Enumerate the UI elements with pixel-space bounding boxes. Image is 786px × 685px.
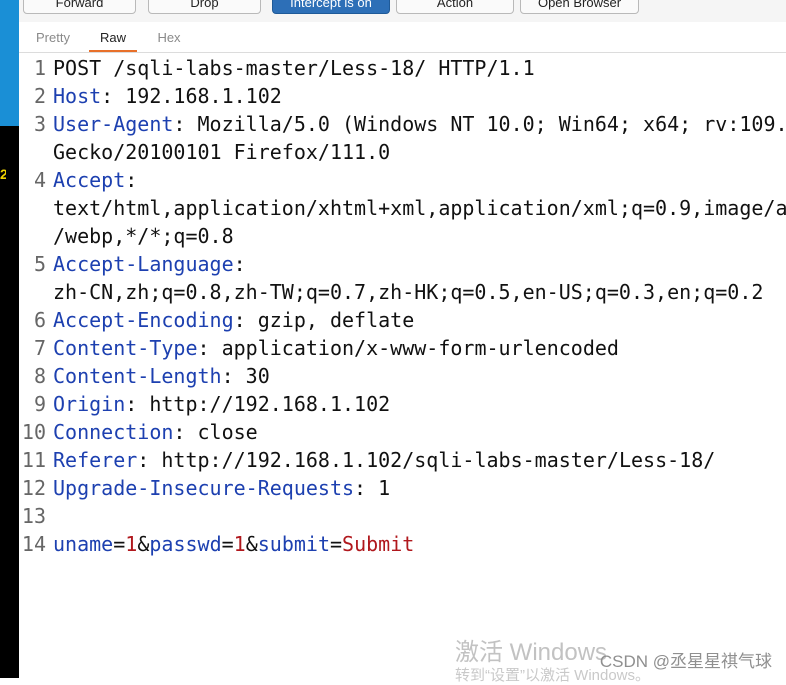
burp-proxy-panel: Forward Drop Intercept is on Action Open… (19, 0, 786, 678)
header-name: Host (53, 84, 102, 108)
body-token: Submit (342, 532, 415, 556)
header-value: application/x-www-form-urlencoded (221, 336, 619, 360)
line-number: 10 (21, 420, 46, 444)
body-token: = (221, 532, 234, 556)
line-content: POST /sqli-labs-master/Less-18/ HTTP/1.1 (53, 54, 535, 82)
tab-hex[interactable]: Hex (149, 30, 189, 52)
line-content: Upgrade-Insecure-Requests: 1 (53, 474, 390, 502)
line-content: text/html,application/xhtml+xml,applicat… (53, 194, 786, 222)
body-token: & (245, 532, 258, 556)
left-window-strip: 2 (0, 0, 19, 678)
line-number: 3 (33, 112, 46, 136)
tab-pretty[interactable]: Pretty (31, 30, 75, 52)
body-token: 1 (233, 532, 246, 556)
line-number: 2 (33, 84, 46, 108)
open-browser-button[interactable]: Open Browser (520, 0, 639, 14)
body-token: 1 (125, 532, 138, 556)
body-token: = (113, 532, 126, 556)
header-value: 1 (378, 476, 391, 500)
line-text: zh-CN,zh;q=0.8,zh-TW;q=0.7,zh-HK;q=0.5,e… (53, 280, 764, 304)
line-number: 6 (33, 308, 46, 332)
header-separator: : (221, 364, 246, 388)
line-number: 9 (33, 392, 46, 416)
header-value: http://192.168.1.102 (149, 392, 391, 416)
line-content: Accept: (53, 166, 137, 194)
line-content: Referer: http://192.168.1.102/sqli-labs-… (53, 446, 715, 474)
line-content: Content-Length: 30 (53, 362, 270, 390)
body-token: submit (257, 532, 330, 556)
header-separator: : (197, 336, 222, 360)
header-name: Upgrade-Insecure-Requests (53, 476, 355, 500)
line-number: 1 (33, 56, 46, 80)
line-text: Gecko/20100101 Firefox/111.0 (53, 140, 391, 164)
header-name: Origin (53, 392, 126, 416)
line-content: Connection: close (53, 418, 258, 446)
line-number: 7 (33, 336, 46, 360)
line-content: Gecko/20100101 Firefox/111.0 (53, 138, 390, 166)
windows-activation-watermark: 激活 Windows (455, 639, 608, 666)
raw-request-editor[interactable]: 1 POST /sqli-labs-master/Less-18/ HTTP/1.… (19, 53, 786, 678)
line-text: POST /sqli-labs-master/Less-18/ HTTP/1.1 (53, 56, 535, 80)
tab-raw[interactable]: Raw (89, 30, 137, 52)
action-button[interactable]: Action (396, 0, 514, 14)
header-value: http://192.168.1.102/sqli-labs-master/Le… (161, 448, 716, 472)
intercept-toggle-button[interactable]: Intercept is on (272, 0, 390, 14)
header-name: Content-Type (53, 336, 198, 360)
line-content: Accept-Encoding: gzip, deflate (53, 306, 414, 334)
line-content: zh-CN,zh;q=0.8,zh-TW;q=0.7,zh-HK;q=0.5,e… (53, 278, 763, 306)
header-name: Accept-Encoding (53, 308, 234, 332)
forward-button[interactable]: Forward (23, 0, 136, 14)
body-token: = (330, 532, 343, 556)
header-value: close (197, 420, 258, 444)
drop-button[interactable]: Drop (148, 0, 261, 14)
line-number: 14 (21, 532, 46, 556)
csdn-watermark: CSDN @丞星星祺气球 (599, 652, 772, 671)
body-token: & (137, 532, 150, 556)
line-content: User-Agent: Mozilla/5.0 (Windows NT 10.0… (53, 110, 786, 138)
line-content: Accept-Language: (53, 250, 246, 278)
line-text: /webp,*/*;q=0.8 (53, 224, 234, 248)
header-value: gzip, deflate (257, 308, 415, 332)
header-separator: : (137, 448, 162, 472)
line-number: 13 (21, 504, 46, 528)
line-number: 11 (21, 448, 46, 472)
line-number: 5 (33, 252, 46, 276)
header-separator: : (173, 112, 198, 136)
header-name: Referer (53, 448, 138, 472)
header-separator: : (125, 168, 138, 192)
header-separator: : (233, 252, 246, 276)
header-name: Connection (53, 420, 174, 444)
message-view-tabs: Pretty Raw Hex (19, 22, 786, 53)
line-content: Host: 192.168.1.102 (53, 82, 282, 110)
line-content: Origin: http://192.168.1.102 (53, 390, 390, 418)
header-separator: : (233, 308, 258, 332)
line-number: 8 (33, 364, 46, 388)
header-value: 30 (245, 364, 270, 388)
line-content: /webp,*/*;q=0.8 (53, 222, 234, 250)
header-name: Accept (53, 168, 126, 192)
header-name: Content-Length (53, 364, 222, 388)
header-separator: : (125, 392, 150, 416)
header-separator: : (173, 420, 198, 444)
line-number: 4 (33, 168, 46, 192)
left-marker-text: 2 (0, 166, 6, 182)
header-name: User-Agent (53, 112, 174, 136)
header-separator: : (354, 476, 379, 500)
line-text: text/html,application/xhtml+xml,applicat… (53, 196, 786, 220)
header-name: Accept-Language (53, 252, 234, 276)
header-value: 192.168.1.102 (125, 84, 282, 108)
intercept-toolbar: Forward Drop Intercept is on Action Open… (19, 0, 786, 22)
body-token: passwd (149, 532, 222, 556)
body-token: uname (53, 532, 114, 556)
line-number: 12 (21, 476, 46, 500)
line-content: Content-Type: application/x-www-form-url… (53, 334, 619, 362)
line-content: uname=1&passwd=1&submit=Submit (53, 530, 414, 558)
left-blue-panel (0, 0, 19, 126)
header-value: Mozilla/5.0 (Windows NT 10.0; Win64; x64… (197, 112, 786, 136)
header-separator: : (101, 84, 126, 108)
